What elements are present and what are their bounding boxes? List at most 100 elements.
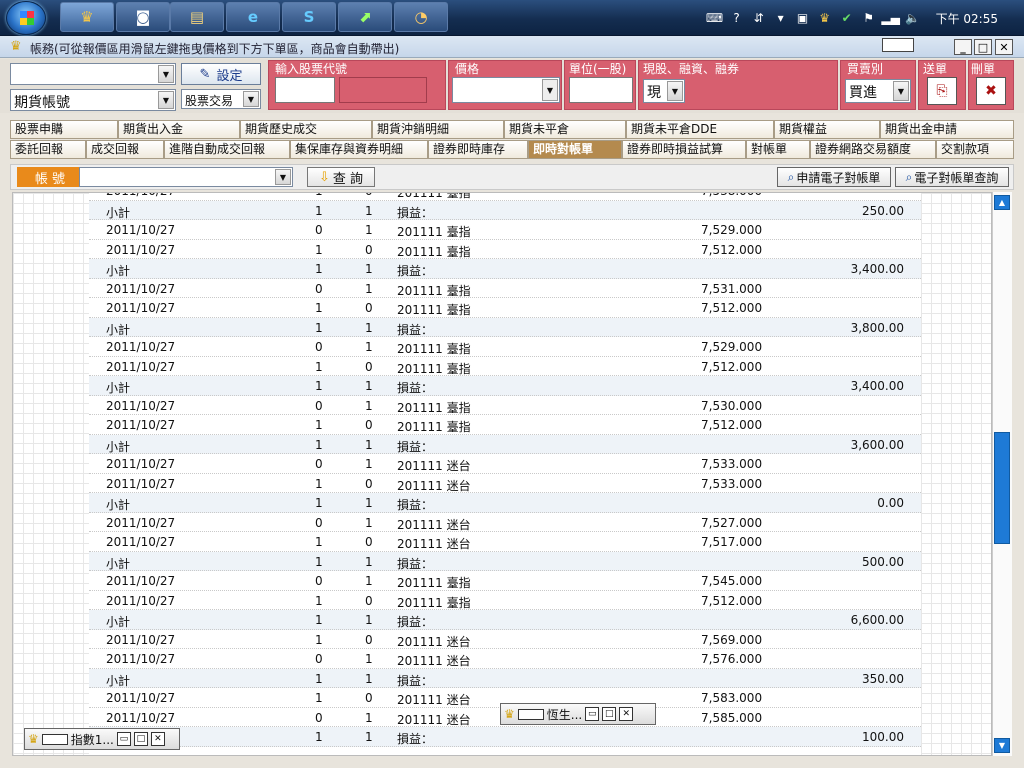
table-row[interactable]: 2011/10/27 0 1 201111 臺指 7,529.000 bbox=[89, 337, 921, 357]
table-row[interactable]: 2011/10/27 1 0 201111 迷台 7,517.000 bbox=[89, 532, 921, 552]
tab-futures-deposit[interactable]: 期貨出入金 bbox=[118, 120, 240, 139]
table-row[interactable]: 2011/10/2710201111 臺指7,538.000 bbox=[89, 193, 921, 201]
crown-icon[interactable]: ♛ bbox=[816, 9, 834, 27]
tab-custody[interactable]: 集保庫存與資券明細 bbox=[290, 140, 428, 159]
chevron-down-icon[interactable]: ▼ bbox=[667, 81, 683, 101]
restore-icon[interactable]: ▭ bbox=[116, 732, 131, 746]
table-row[interactable]: 2011/10/27 1 0 201111 臺指 7,512.000 bbox=[89, 415, 921, 435]
flag-icon[interactable]: ⚑ bbox=[860, 9, 878, 27]
close-button[interactable]: ✕ bbox=[995, 39, 1013, 55]
tab-statement[interactable]: 對帳單 bbox=[746, 140, 810, 159]
signal-icon[interactable]: ▂▄ bbox=[881, 9, 899, 27]
scroll-down-button[interactable]: ▼ bbox=[994, 738, 1010, 753]
tab-stock-subscription[interactable]: 股票申購 bbox=[10, 120, 118, 139]
table-row[interactable]: 2011/10/27 0 1 201111 迷台 7,576.000 bbox=[89, 649, 921, 669]
restore-icon[interactable]: ▭ bbox=[585, 707, 600, 721]
chevron-down-icon[interactable]: ▼ bbox=[243, 91, 259, 107]
chevron-down-icon[interactable]: ▼ bbox=[893, 81, 909, 101]
chevron-down-icon[interactable]: ▾ bbox=[772, 9, 790, 27]
tab-futures-open[interactable]: 期貨未平倉 bbox=[504, 120, 626, 139]
account-type-select[interactable]: 期貨帳號 ▼ bbox=[10, 89, 176, 111]
subtotal-row[interactable]: 小計 1 1 損益： 3,600.00 bbox=[89, 434, 921, 454]
tab-futures-offset[interactable]: 期貨沖銷明細 bbox=[372, 120, 504, 139]
pin-icon[interactable] bbox=[882, 38, 914, 52]
table-row[interactable]: 2011/10/27 1 0 201111 迷台 7,533.000 bbox=[89, 474, 921, 493]
tab-realtime-statement[interactable]: 即時對帳單 bbox=[528, 140, 622, 159]
monitor-icon[interactable]: ▣ bbox=[794, 9, 812, 27]
taskbar-app-folder[interactable]: ▤ bbox=[170, 2, 224, 32]
subtotal-row[interactable]: 小計 1 1 損益： 3,400.00 bbox=[89, 259, 921, 279]
subtotal-row[interactable]: 小計 1 1 損益： 500.00 bbox=[89, 551, 921, 571]
query-account-select[interactable]: ▼ bbox=[79, 167, 293, 187]
speaker-icon[interactable]: 🔈 bbox=[904, 9, 922, 27]
chevron-down-icon[interactable]: ▼ bbox=[158, 91, 174, 109]
keyboard-icon[interactable]: ⌨ bbox=[706, 9, 724, 27]
subtotal-row[interactable]: 小計 1 1 損益： 3,400.00 bbox=[89, 376, 921, 396]
subtotal-row[interactable]: 小計 1 1 損益： 350.00 bbox=[89, 668, 921, 688]
margin-select[interactable]: 現 ▼ bbox=[643, 79, 685, 103]
trade-type-select[interactable]: 股票交易 ▼ bbox=[181, 89, 261, 109]
table-row[interactable]: 2011/10/27 0 1 201111 迷台 7,527.000 bbox=[89, 513, 921, 532]
table-row[interactable]: 2011/10/27 0 1 201111 臺指 7,531.000 bbox=[89, 279, 921, 298]
subtotal-row[interactable]: 小計 1 1 損益： 250.00 bbox=[89, 200, 921, 220]
clock[interactable]: 下午 02:55 bbox=[936, 10, 998, 27]
table-row[interactable]: 2011/10/27 0 1 201111 臺指 7,545.000 bbox=[89, 571, 921, 591]
network-icon[interactable]: ⇵ bbox=[750, 9, 768, 27]
tab-futures-open-dde[interactable]: 期貨未平倉DDE bbox=[626, 120, 774, 139]
window-titlebar[interactable]: ♛ 帳務(可從報價區用滑鼠左鍵拖曳價格到下方下單區，商品會自動帶出) _ □ ✕ bbox=[0, 36, 1024, 58]
maximize-button[interactable]: □ bbox=[974, 39, 992, 55]
send-order-button[interactable]: ⎘ bbox=[927, 77, 957, 105]
tab-realtime-pnl[interactable]: 證券即時損益試算 bbox=[622, 140, 746, 159]
taskbar-app-stock[interactable]: ⬈ bbox=[338, 2, 392, 32]
chevron-down-icon[interactable]: ▼ bbox=[158, 65, 174, 83]
maximize-icon[interactable]: □ bbox=[133, 732, 148, 746]
taskbar-app-ie[interactable]: e bbox=[226, 2, 280, 32]
close-icon[interactable]: ✕ bbox=[619, 707, 634, 721]
tab-online-quota[interactable]: 證券網路交易額度 bbox=[810, 140, 936, 159]
chevron-down-icon[interactable]: ▼ bbox=[275, 169, 291, 185]
subtotal-row[interactable]: 小計 1 1 損益： 0.00 bbox=[89, 493, 921, 513]
table-row[interactable]: 2011/10/27 1 0 201111 迷台 7,569.000 bbox=[89, 630, 921, 649]
side-select[interactable]: 買進 ▼ bbox=[845, 79, 911, 103]
table-row[interactable]: 2011/10/27 0 1 201111 迷台 7,533.000 bbox=[89, 454, 921, 474]
table-row[interactable]: 2011/10/27 1 0 201111 臺指 7,512.000 bbox=[89, 240, 921, 259]
taskbar-app-skype[interactable]: S bbox=[282, 2, 336, 32]
maximize-icon[interactable]: □ bbox=[602, 707, 617, 721]
scroll-up-button[interactable]: ▲ bbox=[994, 195, 1010, 210]
tab-auto-deal-report[interactable]: 進階自動成交回報 bbox=[164, 140, 290, 159]
taskbar-app-news[interactable]: ◙ bbox=[116, 2, 170, 32]
set-button[interactable]: ✎ 設定 bbox=[181, 63, 261, 85]
apply-e-statement-button[interactable]: ⌕ 申請電子對帳單 bbox=[777, 167, 891, 187]
chat-icon[interactable]: ✔ bbox=[838, 9, 856, 27]
subtotal-row[interactable]: 小計 1 1 損益： 3,800.00 bbox=[89, 317, 921, 337]
table-row[interactable]: 2011/10/27 1 0 201111 臺指 7,512.000 bbox=[89, 298, 921, 318]
vertical-scrollbar[interactable]: ▲ ▼ bbox=[992, 192, 1012, 756]
tab-realtime-inventory[interactable]: 證券即時庫存 bbox=[428, 140, 528, 159]
tab-deal-report[interactable]: 成交回報 bbox=[86, 140, 164, 159]
e-statement-inquiry-button[interactable]: ⌕ 電子對帳單查詢 bbox=[895, 167, 1009, 187]
account-combo[interactable]: ▼ bbox=[10, 63, 176, 85]
table-row[interactable]: 2011/10/27 0 1 201111 臺指 7,530.000 bbox=[89, 396, 921, 415]
subtotal-row[interactable]: 小計11損益：100.00 bbox=[89, 727, 921, 747]
query-button[interactable]: ⇩ 查 詢 bbox=[307, 167, 375, 187]
mini-window-hangseng[interactable]: ♛ 恆生... ▭ □ ✕ bbox=[500, 703, 656, 725]
price-input[interactable]: ▼ bbox=[452, 77, 560, 103]
table-row[interactable]: 2011/10/27 1 0 201111 臺指 7,512.000 bbox=[89, 591, 921, 610]
close-icon[interactable]: ✕ bbox=[150, 732, 165, 746]
tab-settlement[interactable]: 交割款項 bbox=[936, 140, 1014, 159]
stock-code-input[interactable] bbox=[275, 77, 335, 103]
start-button[interactable] bbox=[6, 1, 46, 35]
mini-window-index[interactable]: ♛ 指數1... ▭ □ ✕ bbox=[24, 728, 180, 750]
table-row[interactable]: 2011/10/27 0 1 201111 臺指 7,529.000 bbox=[89, 220, 921, 240]
table-row[interactable]: 2011/10/27 1 0 201111 臺指 7,512.000 bbox=[89, 357, 921, 376]
tab-futures-equity[interactable]: 期貨權益 bbox=[774, 120, 880, 139]
unit-input[interactable] bbox=[569, 77, 633, 103]
tab-futures-history[interactable]: 期貨歷史成交 bbox=[240, 120, 372, 139]
tab-futures-withdraw[interactable]: 期貨出金申請 bbox=[880, 120, 1014, 139]
help-icon[interactable]: ? bbox=[728, 9, 746, 27]
tab-order-report[interactable]: 委託回報 bbox=[10, 140, 86, 159]
delete-order-button[interactable]: ✖ bbox=[976, 77, 1006, 105]
scroll-thumb[interactable] bbox=[994, 432, 1010, 544]
taskbar-app-chart[interactable]: ◔ bbox=[394, 2, 448, 32]
minimize-button[interactable]: _ bbox=[954, 39, 972, 55]
